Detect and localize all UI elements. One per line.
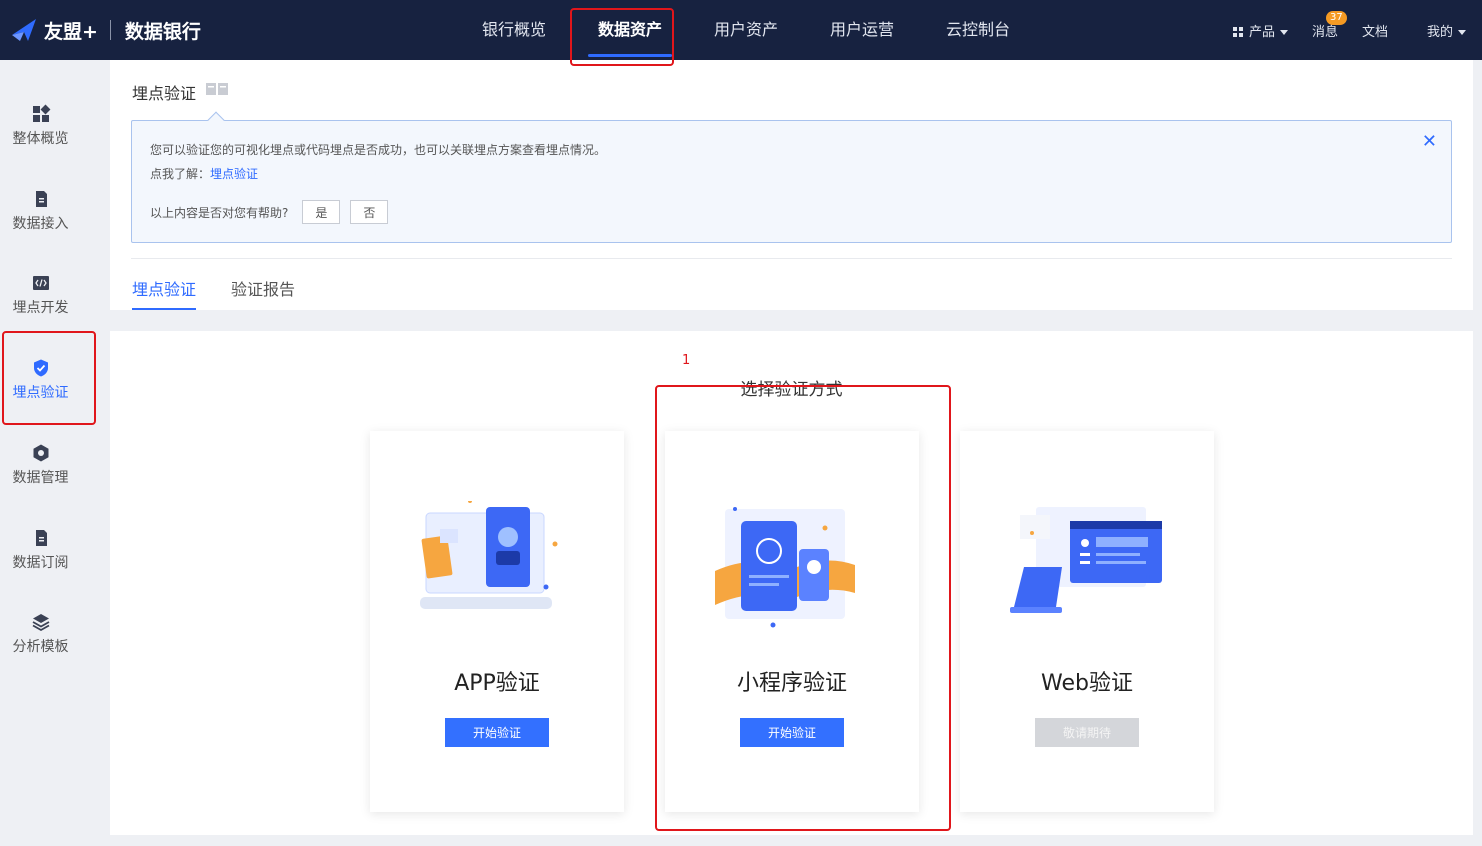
tip-description: 您可以验证您的可视化埋点或代码埋点是否成功，也可以关联埋点方案查看埋点情况。 — [150, 143, 607, 157]
dashboard-icon — [32, 104, 50, 122]
sidebar-item-label: 数据订阅 — [12, 555, 69, 571]
card-title: 小程序验证 — [736, 671, 847, 696]
app-verify-illustration — [420, 501, 558, 609]
start-app-verify-button[interactable]: 开始验证 — [445, 718, 549, 747]
tip-learn-more-link[interactable]: 埋点验证 — [210, 167, 258, 181]
nav-user-assets[interactable]: 用户资产 — [688, 0, 804, 60]
logo-text: 友盟+ — [44, 20, 98, 43]
messages-label: 消息 — [1311, 25, 1338, 40]
document-icon — [35, 530, 47, 546]
web-verify-card: Web验证 敬请期待 — [960, 431, 1214, 812]
card-title: Web验证 — [1041, 671, 1133, 696]
product-name: 数据银行 — [124, 20, 201, 43]
tab-verify-report[interactable]: 验证报告 — [231, 276, 295, 300]
tip-feedback: 以上内容是否对您有帮助? 是 否 — [150, 200, 389, 224]
sidebar-item-tracking-verify[interactable]: 埋点验证 — [0, 352, 81, 422]
logo[interactable]: 友盟+ 数据银行 — [10, 12, 201, 48]
tip-learn-more-prefix: 点我了解： — [150, 167, 211, 181]
coming-soon-button: 敬请期待 — [1035, 718, 1139, 747]
chevron-down-icon — [1458, 30, 1466, 35]
grid-icon — [1232, 27, 1243, 37]
help-tip-box: 您可以验证您的可视化埋点或代码埋点是否成功，也可以关联埋点方案查看埋点情况。 点… — [131, 111, 1452, 243]
sidebar-item-data-management[interactable]: 数据管理 — [0, 437, 81, 507]
products-label: 产品 — [1248, 25, 1275, 40]
products-menu[interactable]: 产品 — [1232, 21, 1288, 40]
sidebar-item-label: 整体概览 — [12, 131, 69, 147]
main-nav: 银行概览 数据资产 用户资产 用户运营 云控制台 — [456, 0, 1036, 60]
card-title: APP验证 — [454, 671, 540, 696]
sidebar: 整体概览 数据接入 埋点开发 埋点验证 数据管理 数据订阅 分析模板 — [0, 60, 81, 846]
shield-check-icon — [33, 359, 48, 377]
sidebar-item-label: 分析模板 — [12, 639, 69, 655]
feedback-yes-button[interactable]: 是 — [302, 200, 341, 224]
sidebar-item-label: 数据管理 — [12, 470, 69, 486]
docs-link[interactable]: 文档 — [1362, 21, 1388, 40]
account-label: 我的 — [1426, 25, 1453, 40]
feedback-no-button[interactable]: 否 — [350, 200, 389, 224]
tip-feedback-question: 以上内容是否对您有帮助? — [150, 205, 289, 220]
nav-user-operations[interactable]: 用户运营 — [804, 0, 920, 60]
sidebar-item-data-subscription[interactable]: 数据订阅 — [0, 522, 81, 592]
book-icon[interactable] — [206, 82, 228, 96]
messages-link[interactable]: 消息 37 — [1311, 11, 1347, 40]
miniprogram-verify-illustration — [715, 507, 855, 628]
chevron-down-icon — [1280, 30, 1288, 35]
top-navigation-bar: 友盟+ 数据银行 银行概览 数据资产 用户资产 用户运营 云控制台 产品 消息 … — [0, 0, 1482, 60]
app-verify-card[interactable]: APP验证 开始验证 — [370, 431, 624, 812]
nav-bank-overview[interactable]: 银行概览 — [456, 0, 572, 60]
logo-divider — [109, 20, 111, 40]
nav-cloud-console[interactable]: 云控制台 — [920, 0, 1036, 60]
step-number-annotation: 1 — [682, 353, 691, 368]
page-header-panel: 埋点验证 您可以验证您的可视化埋点或代码埋点是否成功，也可以关联埋点方案查看埋点… — [110, 60, 1473, 310]
tabs-divider — [131, 258, 1452, 259]
sidebar-item-label: 数据接入 — [12, 216, 69, 232]
document-icon — [35, 191, 47, 207]
messages-badge: 37 — [1325, 11, 1347, 25]
section-title: 选择验证方式 — [740, 380, 843, 400]
sidebar-item-analysis-templates[interactable]: 分析模板 — [0, 606, 81, 676]
tab-tracking-verify[interactable]: 埋点验证 — [132, 276, 197, 310]
close-icon[interactable]: ✕ — [1422, 131, 1437, 152]
account-menu[interactable]: 我的 — [1427, 21, 1466, 40]
verification-method-panel: 1 选择验证方式 APP验证 开始验证 小程序验证 开始验证 Web验证 敬请期… — [110, 331, 1473, 835]
sidebar-item-label: 埋点验证 — [12, 385, 69, 401]
sidebar-item-data-ingestion[interactable]: 数据接入 — [0, 183, 81, 253]
sidebar-item-overview[interactable]: 整体概览 — [0, 98, 81, 168]
web-verify-illustration — [1010, 507, 1162, 613]
layers-icon — [32, 614, 49, 632]
tip-learn-more: 点我了解：埋点验证 — [150, 165, 258, 182]
code-icon — [32, 276, 49, 290]
sidebar-item-label: 埋点开发 — [12, 300, 69, 316]
umeng-logo-icon — [12, 19, 36, 41]
page-title: 埋点验证 — [132, 84, 197, 103]
hexagon-icon — [33, 444, 48, 462]
miniprogram-verify-card[interactable]: 小程序验证 开始验证 — [665, 431, 919, 812]
start-miniprogram-verify-button[interactable]: 开始验证 — [740, 718, 844, 747]
nav-data-assets[interactable]: 数据资产 — [572, 0, 688, 60]
sidebar-item-tracking-dev[interactable]: 埋点开发 — [0, 267, 81, 337]
tip-notch — [207, 111, 225, 129]
